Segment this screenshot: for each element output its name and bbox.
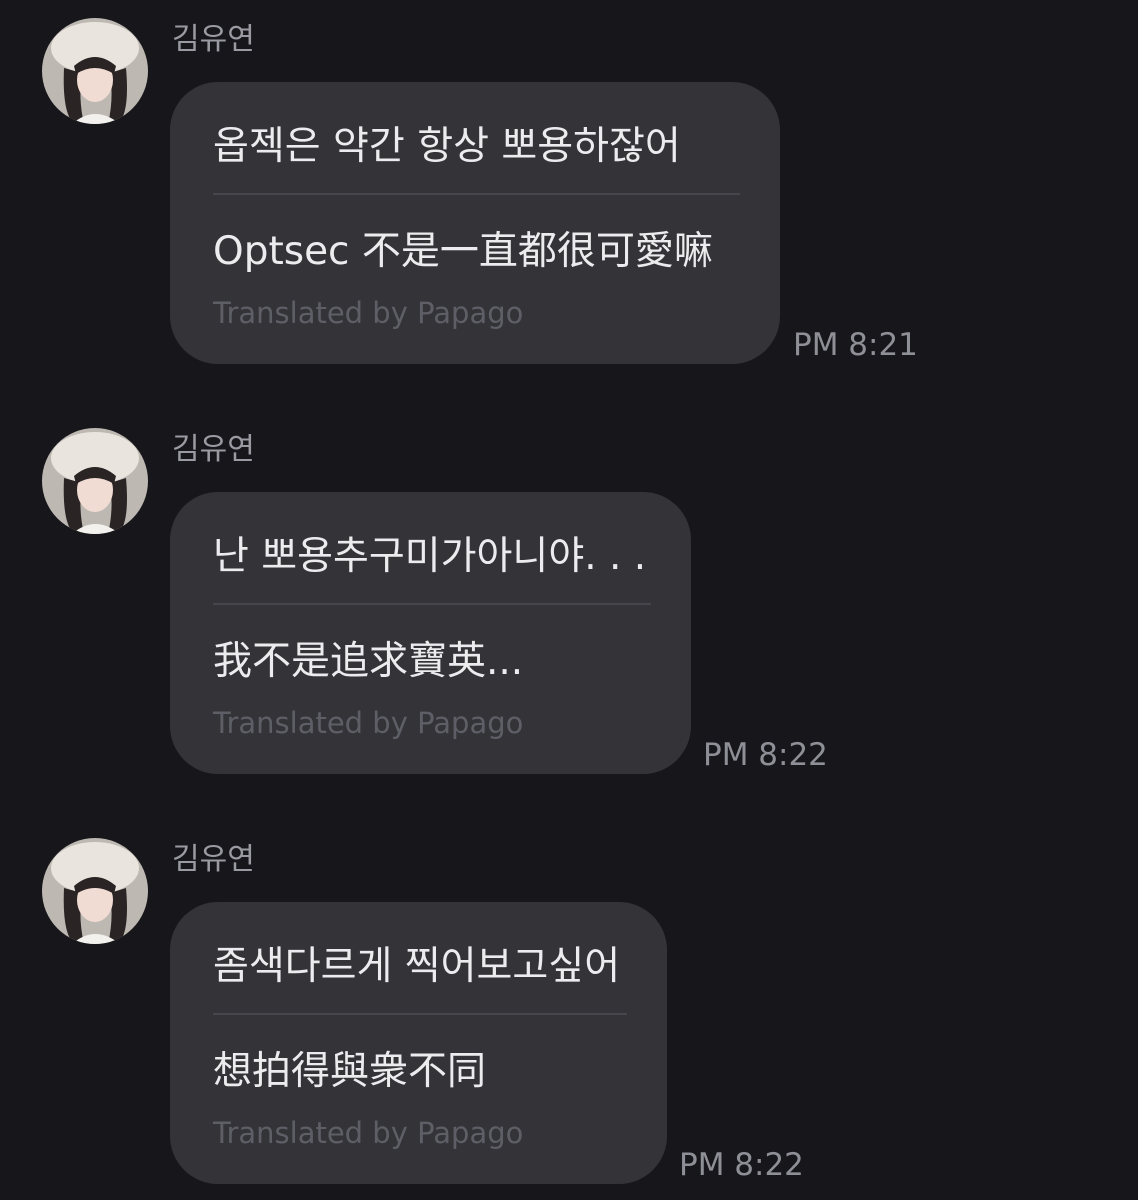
timestamp: PM 8:21: [793, 327, 918, 363]
translated-text: Optsec 不是一直都很可愛嘛: [213, 229, 713, 274]
timestamp: PM 8:22: [703, 737, 828, 773]
divider: [213, 193, 740, 195]
translation-credit: Translated by Papago: [213, 706, 524, 740]
sender-name: 김유연: [172, 432, 255, 467]
original-text: 좀색다르게 찍어보고싶어: [213, 944, 621, 989]
avatar[interactable]: [42, 838, 148, 944]
avatar-image: [42, 838, 148, 944]
avatar-image: [42, 428, 148, 534]
sender-name: 김유연: [172, 842, 255, 877]
sender-name: 김유연: [172, 22, 255, 57]
message-bubble[interactable]: 난 뽀용추구미가아니야. . . 我不是追求寶英... Translated b…: [170, 492, 691, 774]
message-bubble[interactable]: 옵젝은 약간 항상 뽀용하잖어 Optsec 不是一直都很可愛嘛 Transla…: [170, 82, 780, 364]
translation-credit: Translated by Papago: [213, 296, 524, 330]
translated-text: 想拍得與衆不同: [213, 1049, 487, 1094]
divider: [213, 1013, 627, 1015]
translation-credit: Translated by Papago: [213, 1116, 524, 1150]
avatar[interactable]: [42, 428, 148, 534]
avatar[interactable]: [42, 18, 148, 124]
original-text: 난 뽀용추구미가아니야. . .: [213, 534, 647, 579]
translated-text: 我不是追求寶英...: [213, 639, 524, 684]
avatar-image: [42, 18, 148, 124]
timestamp: PM 8:22: [679, 1147, 804, 1183]
original-text: 옵젝은 약간 항상 뽀용하잖어: [213, 124, 681, 169]
message-bubble[interactable]: 좀색다르게 찍어보고싶어 想拍得與衆不同 Translated by Papag…: [170, 902, 667, 1184]
divider: [213, 603, 651, 605]
